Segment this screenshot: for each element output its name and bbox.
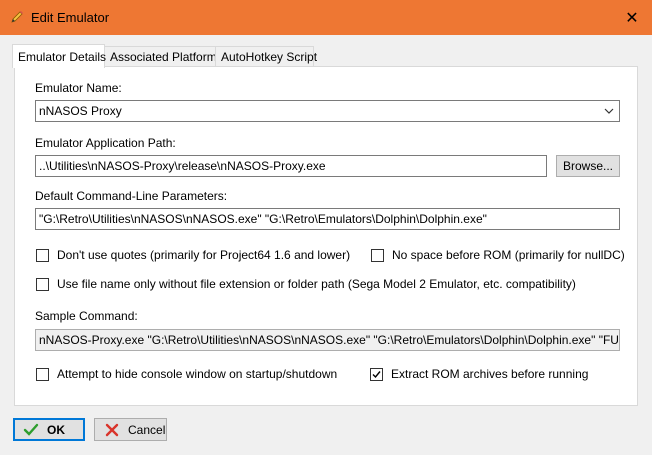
application-path-input[interactable]: ..\Utilities\nNASOS-Proxy\release\nNASOS… (35, 155, 547, 177)
ok-button[interactable]: OK (13, 418, 85, 441)
extract-rom-checkbox[interactable] (370, 367, 383, 381)
close-button[interactable]: ✕ (612, 0, 652, 35)
hide-console-checkbox[interactable] (36, 367, 49, 381)
no-quotes-checkbox[interactable] (36, 248, 49, 262)
command-line-parameters-label: Default Command-Line Parameters: (35, 189, 228, 203)
sample-command-field: nNASOS-Proxy.exe "G:\Retro\Utilities\nNA… (35, 329, 620, 351)
tab-associated-platforms[interactable]: Associated Platforms (104, 46, 223, 67)
no-quotes-label: Don't use quotes (primarily for Project6… (57, 248, 351, 262)
tab-autohotkey-script[interactable]: AutoHotkey Script (215, 46, 318, 67)
application-path-label: Emulator Application Path: (35, 136, 176, 150)
close-icon: ✕ (625, 9, 639, 27)
emulator-details-panel: Emulator Name: nNASOS Proxy Emulator App… (14, 66, 638, 406)
emulator-name-label: Emulator Name: (35, 81, 122, 95)
no-space-checkbox-row[interactable]: No space before ROM (primarily for nullD… (371, 248, 625, 262)
extract-rom-checkbox-row[interactable]: Extract ROM archives before running (370, 367, 588, 381)
no-space-label: No space before ROM (primarily for nullD… (392, 248, 625, 262)
sample-command-value: nNASOS-Proxy.exe "G:\Retro\Utilities\nNA… (39, 333, 619, 347)
tab-label: AutoHotkey Script (221, 50, 318, 64)
title-bar: Edit Emulator ✕ (0, 0, 652, 35)
emulator-name-combobox[interactable]: nNASOS Proxy (35, 100, 620, 122)
tab-label: Emulator Details (18, 50, 107, 64)
sample-command-label: Sample Command: (35, 309, 138, 323)
application-path-value: ..\Utilities\nNASOS-Proxy\release\nNASOS… (39, 159, 326, 173)
cancel-button[interactable]: Cancel (94, 418, 167, 441)
browse-button-label: Browse... (562, 159, 613, 173)
command-line-parameters-input[interactable]: "G:\Retro\Utilities\nNASOS\nNASOS.exe" "… (35, 208, 620, 230)
emulator-name-value: nNASOS Proxy (39, 104, 122, 118)
filename-only-label: Use file name only without file extensio… (57, 277, 576, 291)
ok-button-label: OK (47, 422, 65, 437)
hide-console-checkbox-row[interactable]: Attempt to hide console window on startu… (36, 367, 337, 381)
checkmark-icon (23, 422, 39, 438)
tab-label: Associated Platforms (110, 50, 223, 64)
cancel-button-label: Cancel (128, 422, 166, 437)
checkmark-icon (372, 370, 381, 378)
filename-only-checkbox[interactable] (36, 277, 49, 291)
extract-rom-label: Extract ROM archives before running (391, 367, 589, 381)
window-title: Edit Emulator (31, 10, 110, 25)
command-line-parameters-value: "G:\Retro\Utilities\nNASOS\nNASOS.exe" "… (39, 212, 487, 226)
no-space-checkbox[interactable] (371, 248, 384, 262)
chevron-down-icon[interactable] (603, 105, 615, 117)
browse-button[interactable]: Browse... (556, 155, 620, 177)
no-quotes-checkbox-row[interactable]: Don't use quotes (primarily for Project6… (36, 248, 350, 262)
pencil-icon (9, 9, 25, 25)
tab-emulator-details[interactable]: Emulator Details (12, 44, 107, 68)
filename-only-checkbox-row[interactable]: Use file name only without file extensio… (36, 277, 576, 291)
cancel-x-icon (104, 422, 120, 438)
hide-console-label: Attempt to hide console window on startu… (57, 367, 338, 381)
